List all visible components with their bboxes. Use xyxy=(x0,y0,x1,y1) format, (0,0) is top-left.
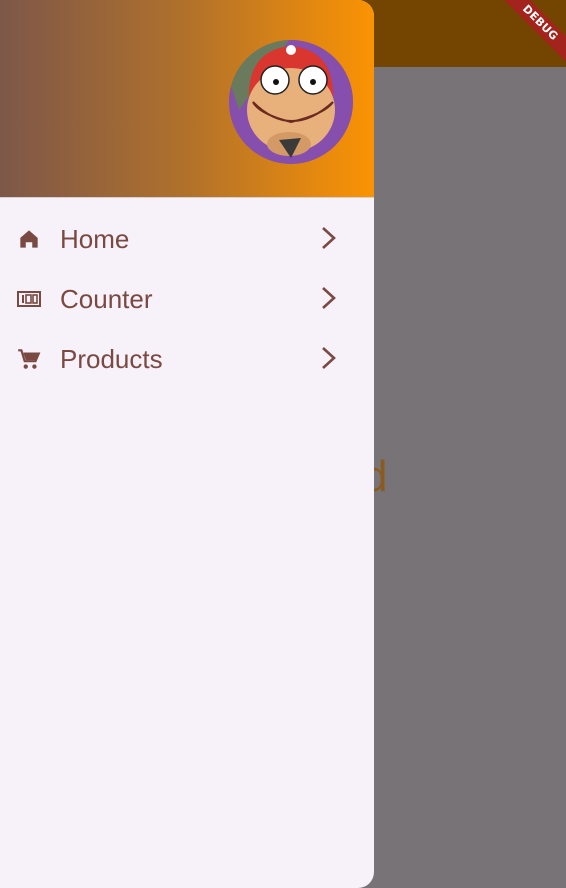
avatar-image xyxy=(229,40,353,164)
menu-item-counter[interactable]: Counter xyxy=(0,268,374,328)
menu-item-label: Home xyxy=(60,224,130,254)
avatar[interactable] xyxy=(229,40,353,164)
navigation-drawer: Home Counter Products xyxy=(0,0,374,888)
cart-icon xyxy=(16,346,42,372)
chevron-right-icon xyxy=(316,284,342,312)
chevron-right-icon xyxy=(316,224,342,252)
debug-label: DEBUG xyxy=(496,0,566,70)
home-icon xyxy=(16,226,42,252)
drawer-menu: Home Counter Products xyxy=(0,198,374,388)
counter-icon xyxy=(16,286,42,312)
chevron-right-icon xyxy=(316,344,342,372)
menu-item-products[interactable]: Products xyxy=(0,328,374,388)
menu-item-label: Products xyxy=(60,344,163,374)
drawer-header xyxy=(0,0,374,198)
menu-item-home[interactable]: Home xyxy=(0,208,374,268)
debug-banner: DEBUG xyxy=(496,0,566,70)
menu-item-label: Counter xyxy=(60,284,153,314)
